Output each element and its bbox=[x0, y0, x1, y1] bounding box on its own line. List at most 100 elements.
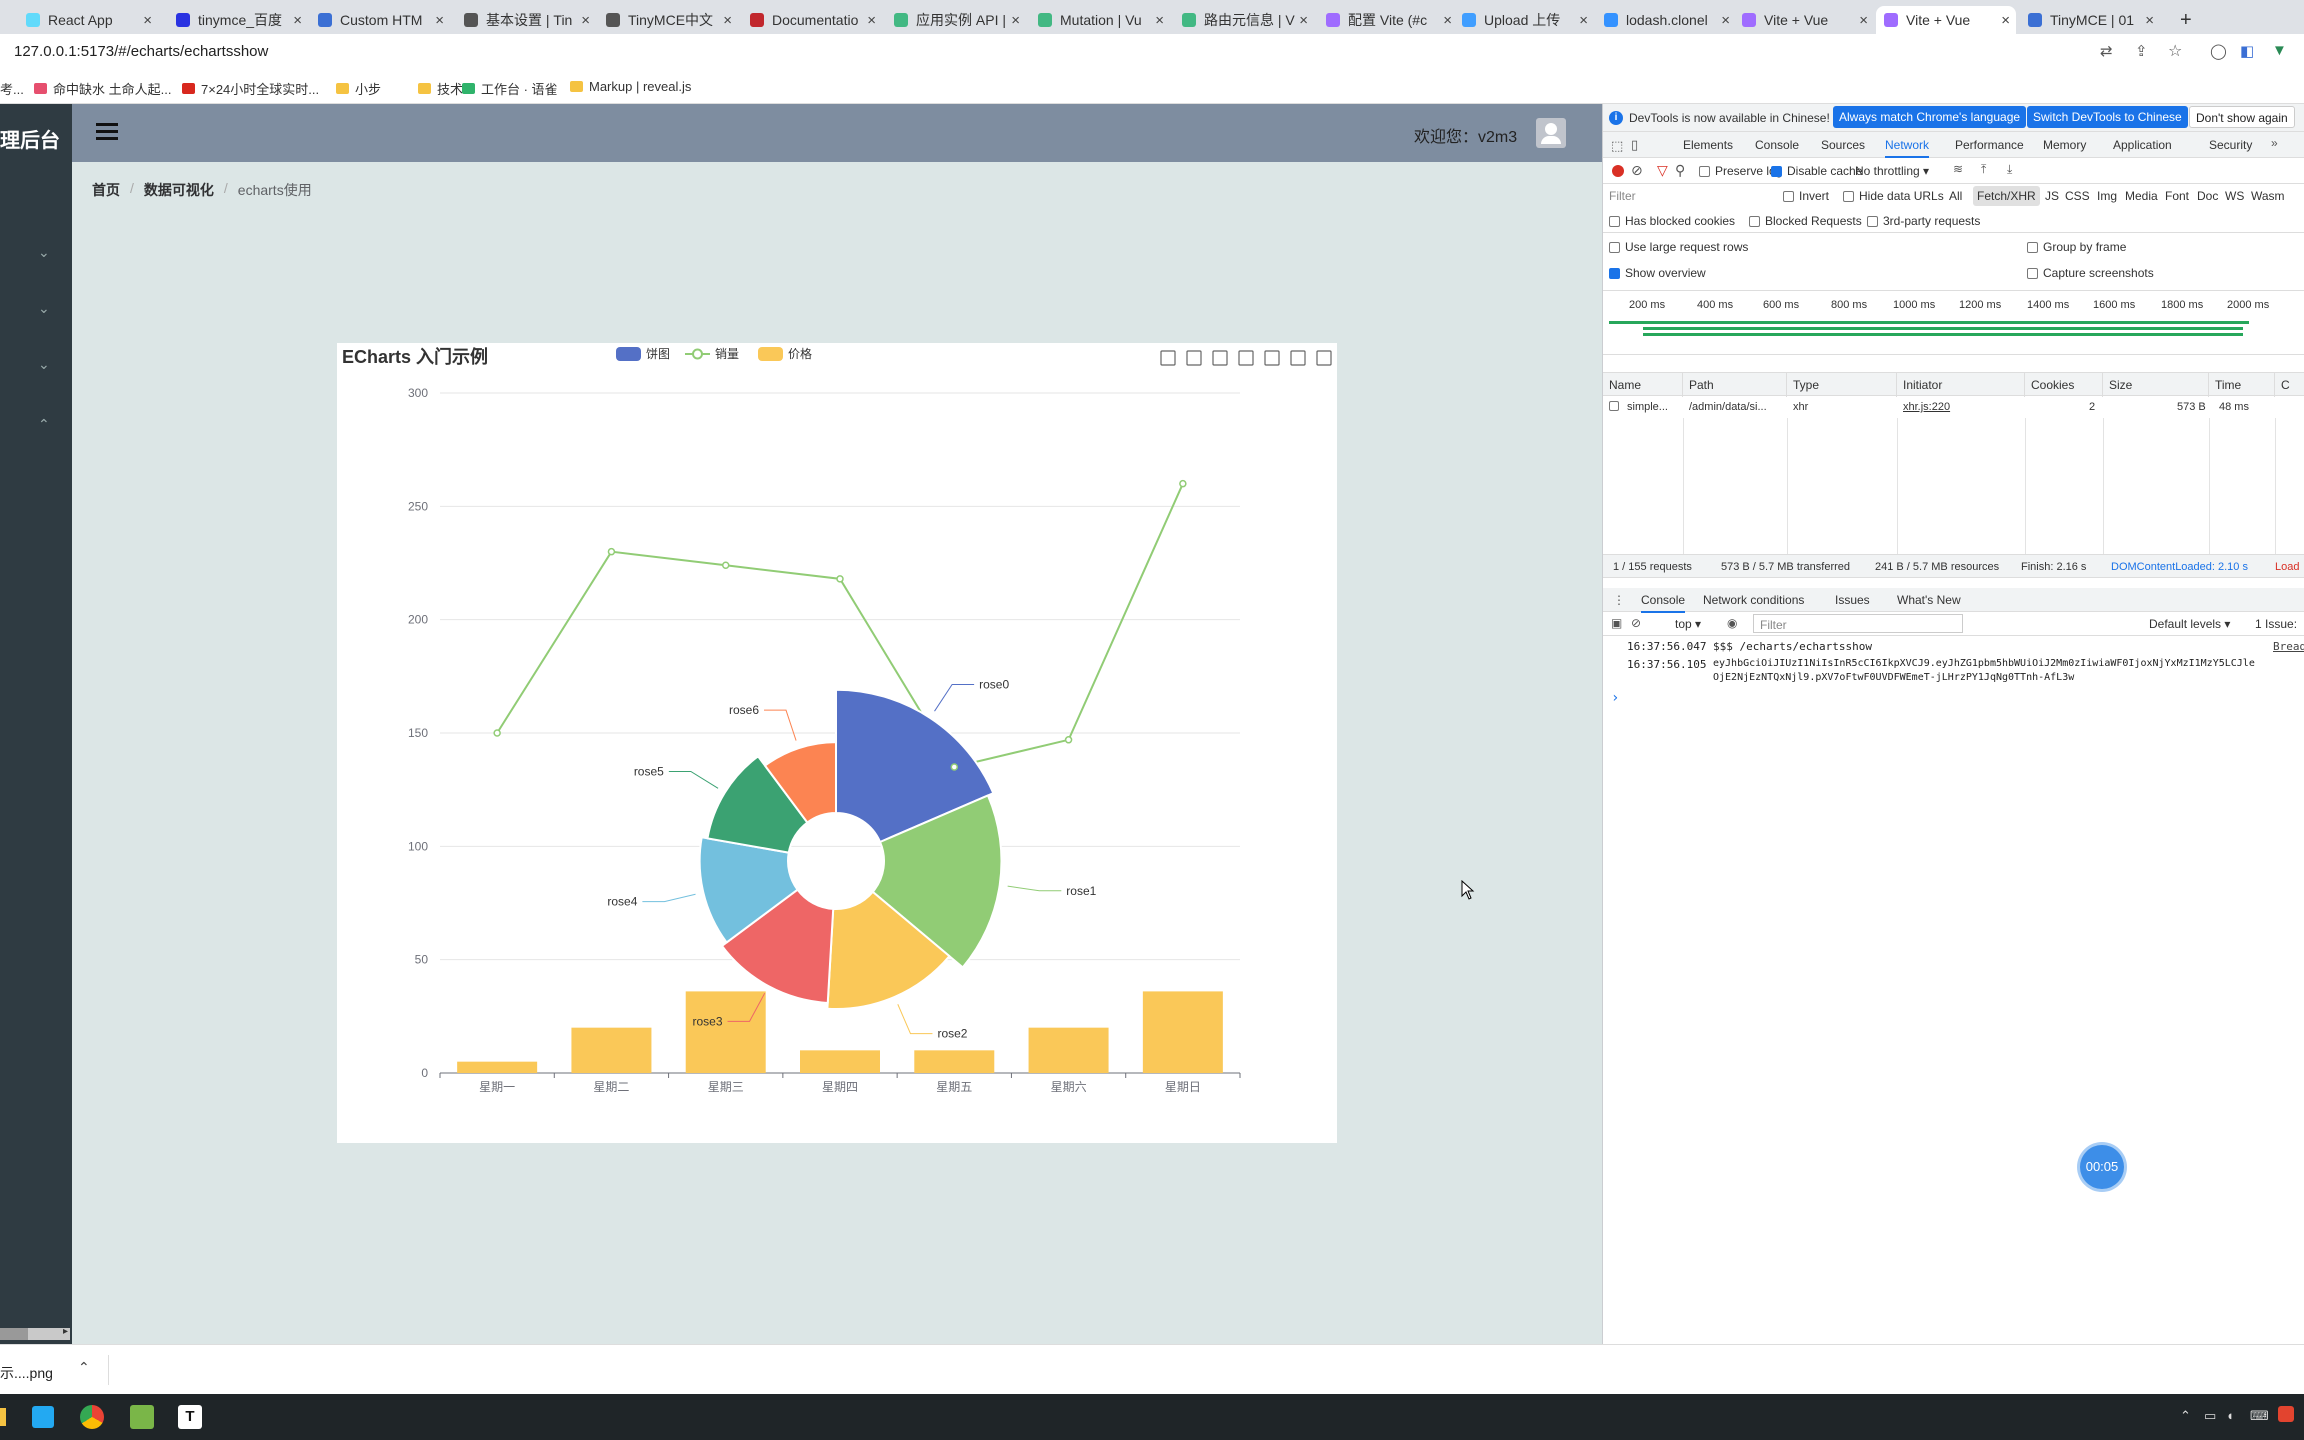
sidebar-scrollbar[interactable]: ▸ bbox=[0, 1326, 70, 1340]
translate-icon[interactable]: ⇄ bbox=[2100, 42, 2113, 60]
network-conditions-icon[interactable]: ≋ bbox=[1953, 162, 1963, 176]
app-icon[interactable] bbox=[130, 1405, 154, 1429]
browser-tab[interactable]: Documentatio × bbox=[742, 6, 882, 34]
avatar[interactable] bbox=[1536, 118, 1566, 148]
chevron-up-icon[interactable]: ⌃ bbox=[78, 1359, 90, 1376]
inspect-icon[interactable]: ⬚ bbox=[1611, 138, 1623, 154]
close-tab-icon[interactable]: × bbox=[867, 12, 876, 29]
browser-tab[interactable]: 基本设置 | Tin × bbox=[456, 6, 596, 34]
close-tab-icon[interactable]: × bbox=[1299, 12, 1308, 29]
type-img[interactable]: Img bbox=[2097, 189, 2117, 203]
close-tab-icon[interactable]: × bbox=[143, 12, 152, 29]
tab-application[interactable]: Application bbox=[2113, 138, 2172, 152]
context-select[interactable]: top ▾ bbox=[1675, 617, 1701, 631]
extension-icon[interactable]: ◯ bbox=[2210, 42, 2227, 60]
save-image-icon[interactable] bbox=[1316, 350, 1332, 366]
scrollbar-thumb[interactable] bbox=[0, 1328, 28, 1340]
menu-toggle-icon[interactable] bbox=[96, 123, 118, 126]
zoom-icon[interactable] bbox=[1160, 350, 1176, 366]
console-sidebar-icon[interactable]: ▣ bbox=[1611, 616, 1622, 630]
hide-data-urls-checkbox[interactable]: Hide data URLs bbox=[1843, 189, 1944, 203]
group-by-frame-checkbox[interactable]: Group by frame bbox=[2027, 240, 2126, 254]
chevron-down-icon[interactable]: ⌄ bbox=[38, 244, 50, 261]
network-filter-input[interactable]: Filter bbox=[1609, 189, 1636, 203]
console-filter-input[interactable]: Filter bbox=[1753, 614, 1963, 633]
bar-type-icon[interactable] bbox=[1264, 350, 1280, 366]
type-css[interactable]: CSS bbox=[2065, 189, 2090, 203]
switch-chinese-button[interactable]: Switch DevTools to Chinese bbox=[2027, 106, 2188, 128]
match-language-button[interactable]: Always match Chrome's language bbox=[1833, 106, 2027, 128]
type-wasm[interactable]: Wasm bbox=[2251, 189, 2285, 203]
col-name[interactable]: Name bbox=[1603, 373, 1683, 397]
col-time[interactable]: Time bbox=[2209, 373, 2275, 397]
vscode-icon[interactable] bbox=[32, 1406, 54, 1428]
chrome-icon[interactable] bbox=[80, 1405, 104, 1429]
translate-ext-icon[interactable]: ◧ bbox=[2240, 42, 2254, 60]
search-icon[interactable]: ⚲ bbox=[1675, 162, 1685, 179]
browser-tab[interactable]: Custom HTM × bbox=[310, 6, 450, 34]
col-c[interactable]: C bbox=[2275, 373, 2304, 397]
type-media[interactable]: Media bbox=[2125, 189, 2158, 203]
console-clear-icon[interactable]: ⊘ bbox=[1631, 616, 1641, 630]
browser-tab[interactable]: 配置 Vite (#c × bbox=[1318, 6, 1458, 34]
log-levels-select[interactable]: Default levels ▾ bbox=[2149, 617, 2230, 631]
close-tab-icon[interactable]: × bbox=[1443, 12, 1452, 29]
col-path[interactable]: Path bbox=[1683, 373, 1787, 397]
col-size[interactable]: Size bbox=[2103, 373, 2209, 397]
line-type-icon[interactable] bbox=[1238, 350, 1254, 366]
col-initiator[interactable]: Initiator bbox=[1897, 373, 2025, 397]
type-ws[interactable]: WS bbox=[2225, 189, 2244, 203]
row-checkbox[interactable] bbox=[1609, 400, 1624, 412]
tab-console[interactable]: Console bbox=[1755, 138, 1799, 152]
clear-icon[interactable]: ⊘ bbox=[1631, 162, 1643, 179]
close-tab-icon[interactable]: × bbox=[293, 12, 302, 29]
col-type[interactable]: Type bbox=[1787, 373, 1897, 397]
bookmark-item[interactable]: 工作台 · 语雀 bbox=[462, 79, 558, 98]
log-source-link[interactable]: Bread bbox=[2273, 640, 2304, 653]
type-all[interactable]: All bbox=[1949, 189, 1962, 203]
vue-ext-icon[interactable]: ▼ bbox=[2272, 42, 2287, 59]
scroll-right-icon[interactable]: ▸ bbox=[63, 1326, 68, 1337]
network-overview[interactable]: 200 ms 400 ms 600 ms 800 ms 1000 ms 1200… bbox=[1603, 291, 2304, 355]
tab-sources[interactable]: Sources bbox=[1821, 138, 1865, 152]
bookmark-star-icon[interactable]: ☆ bbox=[2168, 41, 2182, 61]
filter-icon[interactable]: ▽ bbox=[1657, 162, 1668, 179]
browser-tab[interactable]: Mutation | Vu × bbox=[1030, 6, 1170, 34]
browser-tab[interactable]: Vite + Vue × bbox=[1734, 6, 1874, 34]
drawer-tab-network-conditions[interactable]: Network conditions bbox=[1703, 593, 1804, 607]
new-tab-icon[interactable]: + bbox=[2172, 6, 2200, 34]
drawer-tab-whats-new[interactable]: What's New bbox=[1897, 593, 1961, 607]
close-tab-icon[interactable]: × bbox=[1155, 12, 1164, 29]
type-fetch-xhr[interactable]: Fetch/XHR bbox=[1973, 186, 2040, 206]
drawer-tab-console[interactable]: Console bbox=[1641, 593, 1686, 613]
close-tab-icon[interactable]: × bbox=[1011, 12, 1020, 29]
chevron-up-icon[interactable]: ⌃ bbox=[38, 416, 50, 433]
col-cookies[interactable]: Cookies bbox=[2025, 373, 2103, 397]
breadcrumb-home[interactable]: 首页 bbox=[92, 180, 120, 200]
bookmark-item[interactable]: Markup | reveal.js bbox=[570, 79, 691, 94]
bookmark-item[interactable]: 考... bbox=[0, 79, 24, 98]
tab-performance[interactable]: Performance bbox=[1955, 138, 2024, 152]
cell-initiator-link[interactable]: xhr.js:220 bbox=[1903, 401, 1950, 413]
close-tab-icon[interactable]: × bbox=[2001, 12, 2010, 29]
browser-tab[interactable]: 应用实例 API | × bbox=[886, 6, 1026, 34]
preserve-log-checkbox[interactable]: Preserve log bbox=[1699, 164, 1782, 178]
browser-tab[interactable]: 路由元信息 | V × bbox=[1174, 6, 1314, 34]
restore-icon[interactable] bbox=[1290, 350, 1306, 366]
input-method-icon[interactable]: ⌨ bbox=[2250, 1408, 2269, 1424]
volume-icon[interactable]: ◖ bbox=[2226, 1408, 2234, 1423]
type-font[interactable]: Font bbox=[2165, 189, 2189, 203]
close-tab-icon[interactable]: × bbox=[1721, 12, 1730, 29]
url-input[interactable]: 127.0.0.1:5173/#/echarts/echartsshow bbox=[14, 43, 268, 60]
import-har-icon[interactable]: ⤒ bbox=[1981, 162, 1986, 177]
antivirus-icon[interactable] bbox=[2278, 1406, 2294, 1422]
browser-tab[interactable]: Vite + Vue × bbox=[1876, 6, 2016, 34]
third-party-checkbox[interactable]: 3rd-party requests bbox=[1867, 214, 1980, 228]
data-view-icon[interactable] bbox=[1212, 350, 1228, 366]
tab-security[interactable]: Security bbox=[2209, 138, 2252, 152]
type-js[interactable]: JS bbox=[2045, 189, 2059, 203]
tray-chevron-icon[interactable]: ⌃ bbox=[2180, 1408, 2191, 1424]
capture-screenshots-checkbox[interactable]: Capture screenshots bbox=[2027, 266, 2154, 280]
breadcrumb-visualization[interactable]: 数据可视化 bbox=[144, 180, 214, 200]
tab-network[interactable]: Network bbox=[1885, 138, 1930, 158]
